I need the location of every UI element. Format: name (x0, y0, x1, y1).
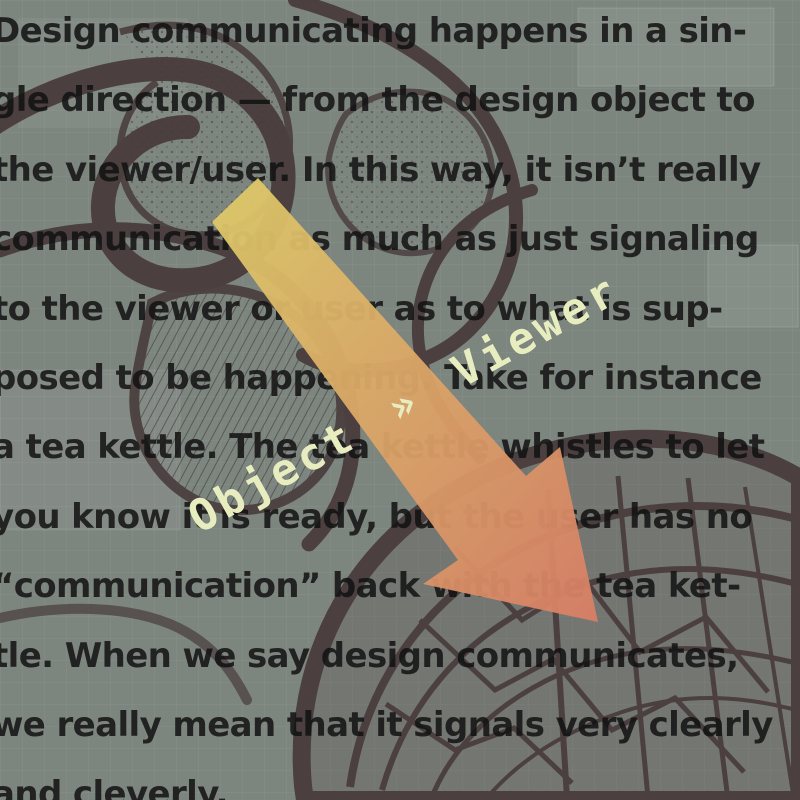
body-line-11: we really mean that it signals very clea… (0, 704, 773, 745)
body-line-10: tle. When we say design communicates, (0, 635, 739, 676)
body-line-12: and cleverly. (0, 774, 229, 800)
body-line-2: gle direction — from the design object t… (0, 80, 755, 121)
body-line-5: to the viewer or user as to what is sup- (0, 288, 723, 329)
body-line-9: “communication” back with the tea ket- (0, 566, 741, 607)
body-line-1: Design communicating happens in a sin- (0, 11, 747, 51)
poster-canvas: Design communicating happens in a sin- g… (0, 0, 800, 800)
body-line-8: you know it is ready, but the user has n… (0, 496, 753, 537)
body-line-4: communication as much as just signaling (0, 219, 759, 260)
body-line-3: the viewer/user. In this way, it isn’t r… (0, 149, 761, 190)
